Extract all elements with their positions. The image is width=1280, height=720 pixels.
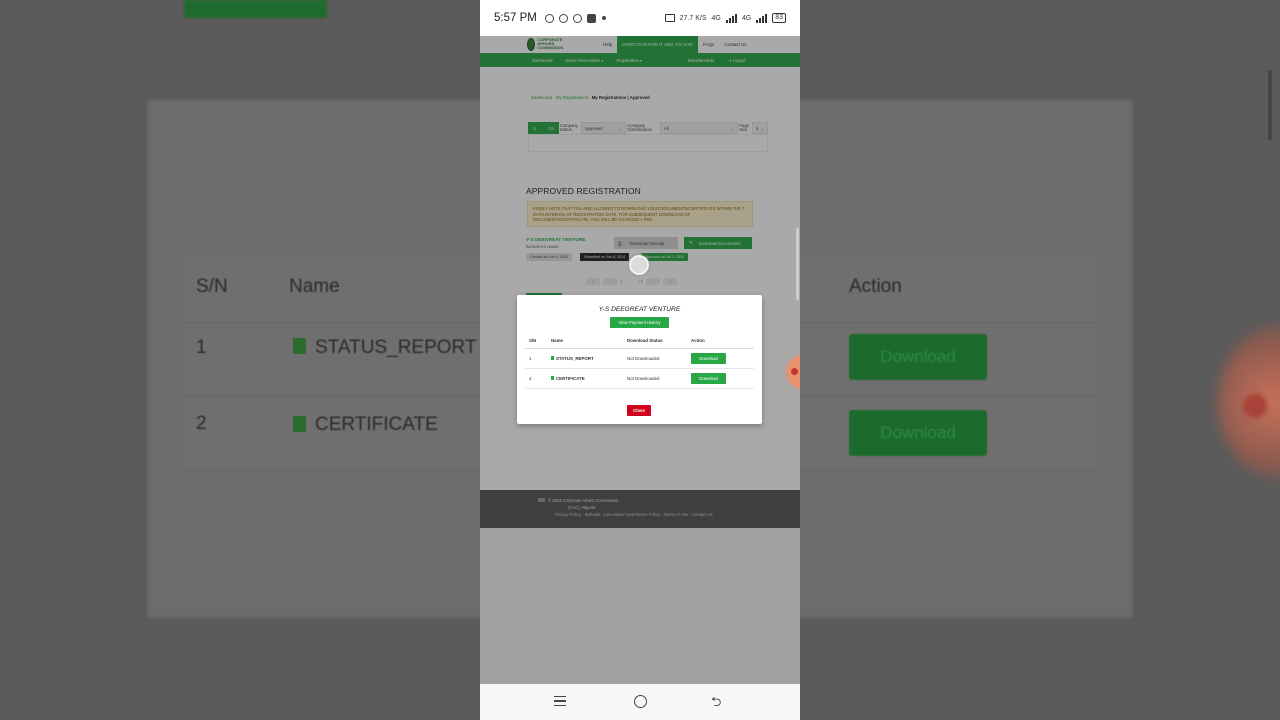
signal-icon — [725, 13, 737, 23]
more-notifications-icon — [601, 16, 606, 20]
col-status: Download Status — [623, 334, 687, 349]
backdrop-row2-download: Download — [849, 410, 987, 456]
download-button[interactable]: Download — [691, 372, 726, 384]
download-button[interactable]: Download — [691, 352, 726, 364]
row-sn: 1 — [525, 348, 547, 369]
documents-table: S/N Name Download Status Action 1 STATUS… — [525, 334, 754, 389]
signal-icon — [756, 13, 768, 23]
scrollbar[interactable] — [796, 228, 799, 300]
backdrop-edge — [1268, 70, 1272, 140]
home-icon[interactable] — [634, 695, 647, 708]
gallery-icon — [586, 13, 596, 23]
phone-screen: 5:57 PM 27.7 K/S 4G 4G 83 CORPORATE AFFA… — [480, 0, 800, 720]
row-name: CERTIFICATE — [547, 368, 623, 389]
backdrop-row1-sn: 1 — [196, 337, 207, 358]
col-action: Action — [687, 334, 754, 349]
backdrop-row2-name: CERTIFICATE — [315, 414, 438, 435]
cast-icon — [664, 14, 675, 22]
document-icon — [551, 376, 554, 380]
table-row: 1 STATUS_REPORT Not Downloaded Download — [525, 348, 754, 369]
document-icon — [293, 338, 306, 354]
backdrop-header-sn: S/N — [196, 276, 228, 297]
row-action: Download — [687, 368, 754, 389]
network-speed: 27.7 K/S — [679, 14, 707, 22]
touch-indicator — [629, 255, 649, 275]
status-bar: 5:57 PM 27.7 K/S 4G 4G 83 — [480, 0, 800, 36]
download-modal: Y-S DEEGREAT VENTURE View Payment Histor… — [517, 295, 762, 424]
network-type-2: 4G — [741, 14, 752, 22]
backdrop-row1-download: Download — [849, 334, 987, 380]
close-button[interactable]: Close — [627, 405, 651, 416]
document-icon — [551, 356, 554, 360]
backdrop-header-action: Action — [849, 276, 902, 297]
col-sn: S/N — [525, 334, 547, 349]
back-icon[interactable]: ⮌ — [711, 693, 721, 715]
backdrop-bubble-dot — [1243, 394, 1267, 418]
notification-icon — [558, 13, 568, 23]
network-type-1: 4G — [711, 14, 721, 22]
view-payment-history-button[interactable]: View Payment History — [610, 317, 669, 328]
modal-title: Y-S DEEGREAT VENTURE — [598, 306, 681, 313]
backdrop-back-button — [184, 0, 327, 18]
table-header-row: S/N Name Download Status Action — [525, 334, 754, 349]
row-action: Download — [687, 348, 754, 369]
backdrop-row1-name: STATUS_REPORT — [315, 337, 477, 358]
android-nav-bar: ⮌ — [480, 684, 800, 720]
table-row: 2 CERTIFICATE Not Downloaded Download — [525, 368, 754, 389]
threads-icon — [572, 13, 582, 23]
document-icon — [293, 416, 306, 432]
row-name: STATUS_REPORT — [547, 348, 623, 369]
record-icon — [791, 368, 798, 375]
row-status: Not Downloaded — [623, 348, 687, 369]
backdrop-header-name: Name — [289, 276, 340, 297]
row-sn: 2 — [525, 368, 547, 389]
row-status: Not Downloaded — [623, 368, 687, 389]
battery-icon: 83 — [772, 13, 786, 23]
col-name: Name — [547, 334, 623, 349]
backdrop-row2-sn: 2 — [196, 413, 207, 434]
clock: 5:57 PM — [494, 12, 537, 24]
whatsapp-icon — [544, 13, 554, 23]
recent-apps-icon[interactable] — [554, 696, 566, 707]
